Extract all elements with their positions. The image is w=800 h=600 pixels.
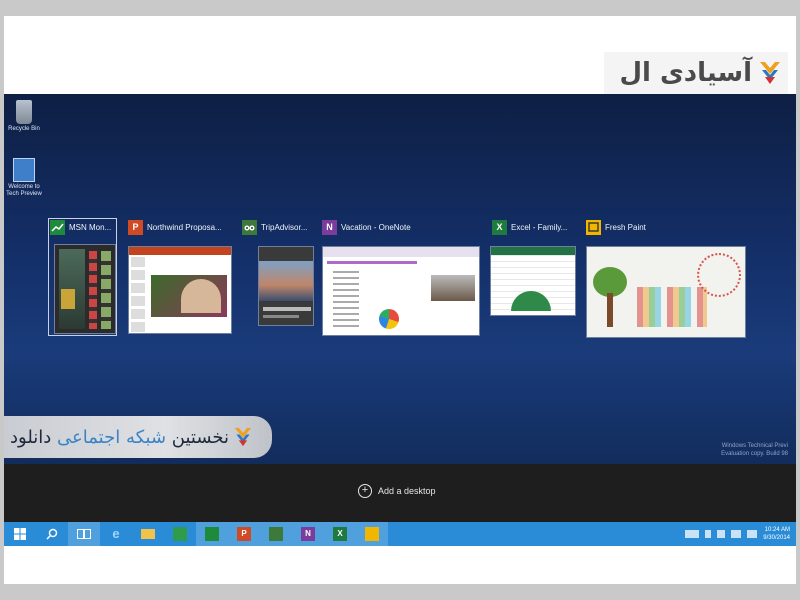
clock[interactable]: 10:24 AM 9/30/2014 [763,526,790,542]
v-logo-icon [760,62,780,84]
search-icon [46,528,58,540]
volume-icon[interactable] [747,530,758,538]
search-button[interactable] [36,522,68,546]
window-northwind-proposal[interactable]: P Northwind Proposa... [128,218,238,236]
powerpoint-icon: P [237,527,251,541]
onenote-icon: N [301,527,315,541]
task-view-bar: + Add a desktop [4,464,796,522]
desktop-icon-recycle-bin[interactable]: Recycle Bin [4,100,44,133]
window-title: Northwind Proposa... [147,222,222,232]
promo-banner: نخستین شبکه اجتماعی دانلود [4,416,272,458]
taskbar-powerpoint[interactable]: P [228,522,260,546]
window-title: Vacation - OneNote [341,222,411,232]
desktop-icon-label: Welcome to Tech Preview [6,184,42,197]
window-thumbnail-vacation-onenote[interactable] [322,246,480,336]
flag-icon[interactable] [717,530,726,538]
clock-time: 10:24 AM [764,527,790,533]
tripadvisor-icon [242,219,257,235]
system-tray: 10:24 AM 9/30/2014 [685,522,790,546]
build-watermark-line: Evaluation copy. Build 98 [721,451,788,457]
windows-start-icon [14,528,26,540]
window-msn-money[interactable]: MSN Mon... [50,218,116,236]
add-desktop-button[interactable]: + Add a desktop [358,484,436,498]
fresh-paint-icon [586,219,601,235]
build-watermark-line: Windows Technical Previ [721,443,788,449]
taskbar-file-explorer[interactable] [132,522,164,546]
taskbar-tripadvisor[interactable] [260,522,292,546]
window-title: Excel - Family... [511,222,568,232]
window-title: MSN Mon... [69,222,112,232]
add-desktop-label: Add a desktop [378,486,436,496]
window-excel-family[interactable]: X Excel - Family... [492,218,580,236]
window-fresh-paint[interactable]: Fresh Paint [586,218,706,236]
msn-money-icon [50,219,65,235]
start-button[interactable] [4,522,36,546]
promo-banner-text: نخستین شبکه اجتماعی دانلود [10,427,229,448]
plus-icon: + [358,484,372,498]
taskbar-fresh-paint[interactable] [356,522,388,546]
fresh-paint-icon [365,527,379,541]
window-thumbnail-northwind-proposal[interactable] [128,246,232,334]
task-view-button[interactable] [68,522,100,546]
taskbar-store[interactable] [164,522,196,546]
window-thumbnail-fresh-paint[interactable] [586,246,746,338]
window-thumbnail-excel-family[interactable] [490,246,576,316]
recycle-bin-icon [16,100,32,124]
window-thumbnail-tripadvisor[interactable] [258,246,314,326]
folder-icon [141,529,155,539]
taskbar-excel[interactable]: X [324,522,356,546]
internet-explorer-icon: e [112,526,120,541]
taskbar: e P N X 10:24 AM 9/30/2014 [4,522,796,546]
clock-date: 9/30/2014 [763,535,790,541]
site-logo: آسیادی ال [604,52,788,94]
network-icon[interactable] [731,530,742,538]
window-tripadvisor[interactable]: TripAdvisor... [242,218,322,236]
window-thumbnail-msn-money[interactable] [54,244,116,334]
tripadvisor-icon [269,527,283,541]
banner-text-accent: شبکه اجتماعی [57,426,172,448]
taskbar-internet-explorer[interactable]: e [100,522,132,546]
powerpoint-icon: P [128,219,143,235]
desktop: Recycle Bin Welcome to Tech Preview MSN … [4,94,796,464]
v-logo-icon [234,427,252,447]
window-title: Fresh Paint [605,222,646,232]
banner-text-end: دانلود [10,426,58,448]
taskbar-msn-money[interactable] [196,522,228,546]
store-icon [173,527,187,541]
chevron-up-icon[interactable] [705,530,712,538]
excel-icon: X [333,527,347,541]
msn-money-icon [205,527,219,541]
windows-logo-icon [13,158,35,182]
desktop-icon-label: Recycle Bin [8,126,40,132]
banner-text-main: نخستین [171,426,230,448]
window-title: TripAdvisor... [261,222,308,232]
onenote-icon: N [322,219,337,235]
keyboard-icon[interactable] [685,530,700,538]
taskbar-onenote[interactable]: N [292,522,324,546]
task-view-icon [77,529,91,539]
desktop-icon-welcome[interactable]: Welcome to Tech Preview [4,158,44,198]
build-watermark: Windows Technical Previ Evaluation copy.… [721,442,788,458]
excel-icon: X [492,219,507,235]
window-vacation-onenote[interactable]: N Vacation - OneNote [322,218,472,236]
site-logo-text: آسیادی ال [619,58,752,88]
frame-bottom-margin [4,546,796,584]
